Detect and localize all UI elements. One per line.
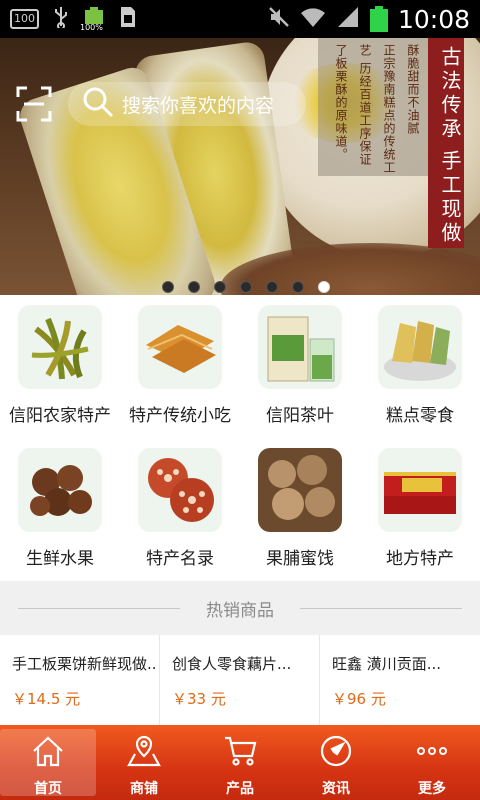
category-label: 地方特产 [386, 549, 454, 569]
lotus-root-icon [138, 448, 222, 532]
tab-news[interactable]: 资讯 [288, 725, 384, 800]
search-placeholder: 搜索你喜欢的内容 [122, 94, 275, 117]
compass-icon [319, 734, 353, 772]
category-label: 特产传统小吃 [129, 406, 231, 426]
poem-line: 了板栗酥的原味道。 [334, 44, 348, 161]
product-name: 旺鑫 潢川贡面... [332, 655, 442, 673]
category-label: 信阳农家特产 [9, 406, 111, 426]
carousel-dot[interactable] [162, 281, 174, 293]
clock: 10:08 [397, 4, 470, 34]
storage-icon: 100 [10, 9, 39, 29]
battery-icon: 100% [80, 7, 105, 32]
tab-label: 资讯 [322, 781, 350, 797]
carousel-dot[interactable] [292, 281, 304, 293]
scan-icon[interactable] [16, 86, 52, 122]
carousel-dot[interactable] [240, 281, 252, 293]
category-label: 糕点零食 [386, 406, 454, 426]
section-title: 热销商品 [206, 600, 274, 621]
category-label: 果脯蜜饯 [266, 549, 334, 569]
gift-box-icon [378, 448, 462, 532]
category-item[interactable]: 信阳农家特产 [0, 295, 120, 438]
carousel-dot[interactable] [188, 281, 200, 293]
product-card[interactable]: 旺鑫 潢川贡面... ￥96 元 [320, 635, 480, 725]
product-price: ￥96 元 [332, 690, 386, 708]
promo-banner[interactable]: 搜索你喜欢的内容 酥脆甜而不油腻 正宗豫南糕点的传统工 艺 历经百道工序保证 了… [0, 38, 480, 295]
carousel-dot[interactable] [214, 281, 226, 293]
product-list: 手工板栗饼新鲜现做... ￥14.5 元 创食人零食藕片... ￥33 元 旺鑫… [0, 635, 480, 725]
carousel-indicator [162, 281, 330, 293]
tab-label: 产品 [226, 781, 254, 797]
banner-ribbon: 古法传承 手工现做 [428, 38, 464, 248]
bottom-tab-bar: 首页 商铺 产品 资讯 更多 [0, 725, 480, 800]
search-input[interactable]: 搜索你喜欢的内容 [68, 82, 306, 126]
category-item[interactable]: 糕点零食 [360, 295, 480, 438]
cart-icon [223, 734, 257, 772]
category-label: 特产名录 [146, 549, 214, 569]
ribbon-text: 手工现做 [438, 150, 462, 246]
banner-poem: 酥脆甜而不油腻 正宗豫南糕点的传统工 艺 历经百道工序保证 了板栗酥的原味道。 [318, 38, 428, 176]
tab-products[interactable]: 产品 [192, 725, 288, 800]
battery-icon [369, 6, 388, 32]
dried-fruit-icon [258, 448, 342, 532]
product-name: 创食人零食藕片... [172, 655, 292, 673]
tab-more[interactable]: 更多 [384, 725, 480, 800]
wifi-icon [300, 6, 326, 32]
product-price: ￥14.5 元 [12, 690, 81, 708]
usb-icon [53, 6, 69, 32]
mute-icon [268, 6, 290, 32]
category-item[interactable]: 果脯蜜饯 [240, 438, 360, 581]
hot-section-header: 热销商品 [0, 581, 480, 635]
product-price: ￥33 元 [172, 690, 226, 708]
tea-icon [258, 305, 342, 389]
product-card[interactable]: 手工板栗饼新鲜现做... ￥14.5 元 [0, 635, 160, 725]
store-map-icon [127, 734, 161, 772]
product-card[interactable]: 创食人零食藕片... ￥33 元 [160, 635, 320, 725]
product-name: 手工板栗饼新鲜现做... [12, 655, 157, 673]
category-item[interactable]: 特产名录 [120, 438, 240, 581]
ribbon-text: 古法传承 [438, 46, 462, 142]
category-label: 生鲜水果 [26, 549, 94, 569]
home-icon [31, 734, 65, 772]
divider [18, 608, 180, 609]
sim-icon [119, 6, 137, 32]
category-grid: 信阳农家特产 特产传统小吃 信阳茶叶 糕点零食 生鲜水果 特产名录 果脯蜜饯 地… [0, 295, 480, 581]
carousel-dot[interactable] [266, 281, 278, 293]
poem-line: 酥脆甜而不油腻 [406, 44, 420, 135]
category-label: 信阳茶叶 [266, 406, 334, 426]
tab-label: 更多 [418, 781, 446, 797]
chestnut-icon [18, 448, 102, 532]
signal-icon [336, 5, 360, 33]
search-icon [82, 86, 114, 122]
pickled-vegetable-icon [18, 305, 102, 389]
divider [300, 608, 462, 609]
category-item[interactable]: 地方特产 [360, 438, 480, 581]
tab-store[interactable]: 商铺 [96, 725, 192, 800]
tab-home[interactable]: 首页 [0, 729, 96, 797]
crisps-icon [138, 305, 222, 389]
more-icon [415, 734, 449, 772]
poem-line: 正宗豫南糕点的传统工 [382, 44, 396, 174]
battery-percent: 100% [80, 23, 103, 32]
tab-label: 商铺 [130, 781, 158, 797]
carousel-dot-active[interactable] [318, 281, 330, 293]
pastry-icon [378, 305, 462, 389]
category-item[interactable]: 信阳茶叶 [240, 295, 360, 438]
poem-line: 艺 历经百道工序保证 [358, 44, 372, 166]
tab-label: 首页 [34, 781, 62, 797]
category-item[interactable]: 特产传统小吃 [120, 295, 240, 438]
category-item[interactable]: 生鲜水果 [0, 438, 120, 581]
status-bar: 100 100% 10:08 [0, 0, 480, 38]
